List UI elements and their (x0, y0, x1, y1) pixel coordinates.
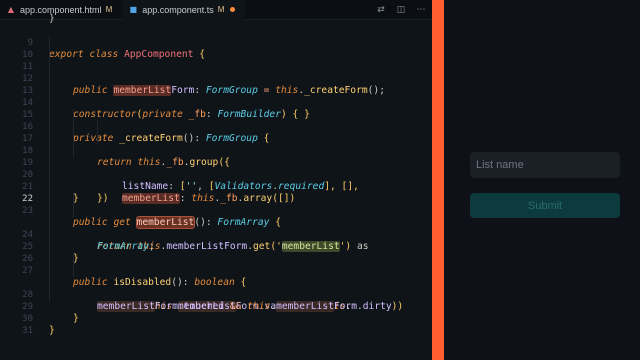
code-line: 21 (0, 169, 432, 192)
modified-badge: M (217, 5, 225, 14)
submit-button[interactable]: Submit (470, 193, 620, 218)
tab-app-component-ts[interactable]: ■ app.component.ts M (122, 0, 246, 20)
code-line-wrap: FormArray; (0, 205, 432, 252)
split-editor-icon[interactable]: ◫ (396, 5, 406, 15)
typescript-icon: ■ (129, 4, 138, 14)
editor-tab-bar: ▲ app.component.html M ■ app.component.t… (0, 0, 432, 20)
app-preview: Submit (444, 0, 640, 360)
code-line: 27 return !(this.memberListForm.valid &&… (0, 253, 432, 312)
code-line: 12 (0, 61, 432, 84)
code-line: 9 export class AppComponent { (0, 25, 432, 60)
line-number: 31 (22, 326, 33, 336)
code-line: 19 }) (0, 145, 432, 204)
code-editor[interactable]: ▲ app.component.html M ■ app.component.t… (0, 0, 432, 360)
split-divider[interactable] (432, 0, 444, 360)
code-line: 26 public isDisabled(): boolean { (0, 241, 432, 288)
code-line: 24 } (0, 217, 432, 264)
tab-app-component-html[interactable]: ▲ app.component.html M (0, 0, 122, 20)
tab-label: app.component.html (20, 4, 102, 15)
code-line: 28 } (0, 277, 432, 324)
code-line: 18 memberList: this._fb.array([]) (0, 133, 432, 204)
code-line: 14 (0, 85, 432, 108)
list-name-input[interactable] (470, 152, 620, 178)
code-line: 13 constructor(private _fb: FormBuilder)… (0, 73, 432, 120)
code-line: 11 public memberListForm: FormGroup = th… (0, 49, 432, 96)
code-line: 23 return this.memberListForm.get('membe… (0, 193, 432, 252)
code-area[interactable]: } 9 export class AppComponent { 10 11 pu… (0, 13, 432, 336)
editor-actions: ⇄ ◫ ⋯ (376, 5, 432, 15)
angular-html-icon: ▲ (7, 4, 15, 14)
code-line-current: 22 public get memberList(): FormArray { (0, 181, 432, 229)
code-line: 10 (0, 37, 432, 60)
tab-label: app.component.ts (142, 4, 214, 15)
unsaved-dot-icon[interactable] (230, 7, 236, 12)
code-line: 20 } (0, 157, 432, 204)
code-line: 16 return this._fb.group({ (0, 109, 432, 168)
code-line: 17 listName: ['', [Validators.required],… (0, 121, 432, 192)
more-actions-icon[interactable]: ⋯ (416, 5, 426, 15)
code-line: 29 (0, 289, 432, 312)
code-line: 30 } (0, 301, 432, 336)
code-line: 31 (0, 313, 432, 336)
modified-badge: M (105, 5, 113, 14)
code-line-wrap: memberListForm.touched && this.memberLis… (0, 265, 432, 312)
code-line: 15 private _createForm(): FormGroup { (0, 97, 432, 144)
code-line: 25 (0, 229, 432, 252)
compare-changes-icon[interactable]: ⇄ (376, 5, 386, 15)
